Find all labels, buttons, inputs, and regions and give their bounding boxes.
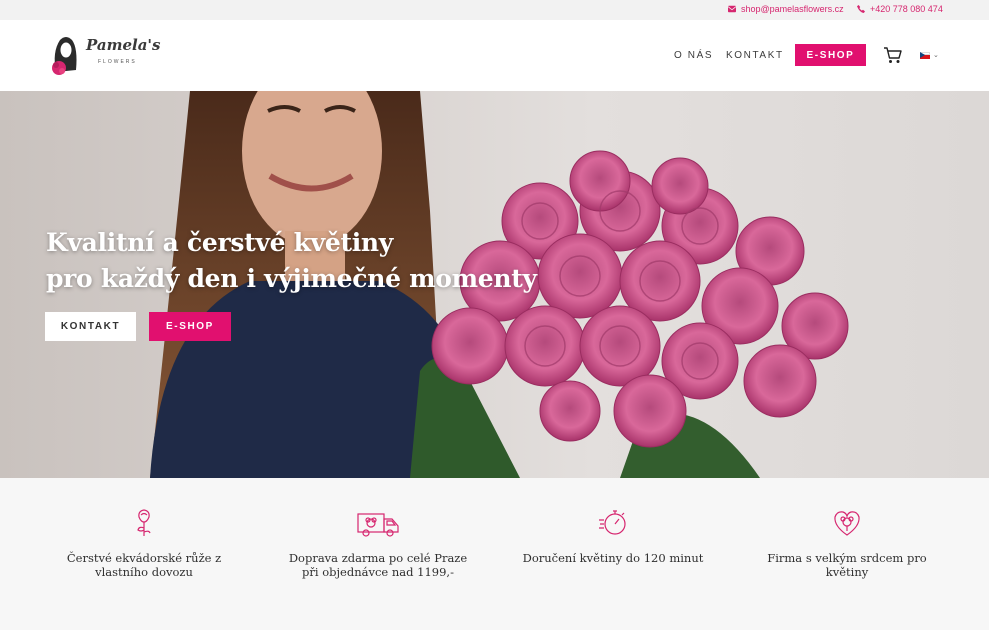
phone-link[interactable]: +420 778 080 474 xyxy=(857,4,943,14)
logo-subtitle: FLOWERS xyxy=(98,59,137,65)
features-section: Čerstvé ekvádorské růže z vlastního dovo… xyxy=(0,478,989,630)
site-header: Pamela's FLOWERS O NÁS KONTAKT E-SHOP ⌄ xyxy=(0,20,989,91)
rose-icon xyxy=(137,509,151,536)
nav-kontakt[interactable]: KONTAKT xyxy=(726,50,784,61)
nav-o-nas[interactable]: O NÁS xyxy=(674,50,713,61)
phone-icon xyxy=(857,5,865,13)
delivery-van-icon xyxy=(357,513,399,537)
email-text: shop@pamelasflowers.cz xyxy=(741,4,844,14)
language-switcher[interactable]: ⌄ xyxy=(920,51,939,59)
header-eshop-button[interactable]: E-SHOP xyxy=(795,44,866,66)
phone-text: +420 778 080 474 xyxy=(870,4,943,14)
czech-flag-icon xyxy=(920,51,930,59)
feature-text: Čerstvé ekvádorské růže z vlastního dovo… xyxy=(66,551,222,579)
heart-flower-icon xyxy=(834,511,860,536)
feature-text: Doprava zdarma po celé Praze při objedná… xyxy=(288,551,468,579)
feature-text: Firma s velkým srdcem pro květiny xyxy=(767,551,927,579)
hero-eshop-button[interactable]: E-SHOP xyxy=(149,312,231,341)
logo[interactable]: Pamela's FLOWERS xyxy=(48,32,161,78)
hero-title-line2: pro každý den i výjimečné momenty xyxy=(46,264,537,293)
top-contact-bar: shop@pamelasflowers.cz +420 778 080 474 xyxy=(0,0,989,20)
cart-icon[interactable] xyxy=(884,47,902,64)
stopwatch-icon xyxy=(599,510,626,535)
hero-banner: Kvalitní a čerstvé květiny pro každý den… xyxy=(0,91,989,478)
envelope-icon xyxy=(728,5,736,13)
logo-script: Pamela's xyxy=(86,36,161,54)
feature-text: Doručení květiny do 120 minut xyxy=(522,551,704,565)
hero-title-line1: Kvalitní a čerstvé květiny xyxy=(46,228,394,257)
email-link[interactable]: shop@pamelasflowers.cz xyxy=(728,4,844,14)
logo-portrait-icon xyxy=(52,37,77,75)
hero-title: Kvalitní a čerstvé květiny pro každý den… xyxy=(46,225,537,297)
hero-kontakt-button[interactable]: KONTAKT xyxy=(45,312,136,341)
chevron-down-icon: ⌄ xyxy=(933,52,939,59)
